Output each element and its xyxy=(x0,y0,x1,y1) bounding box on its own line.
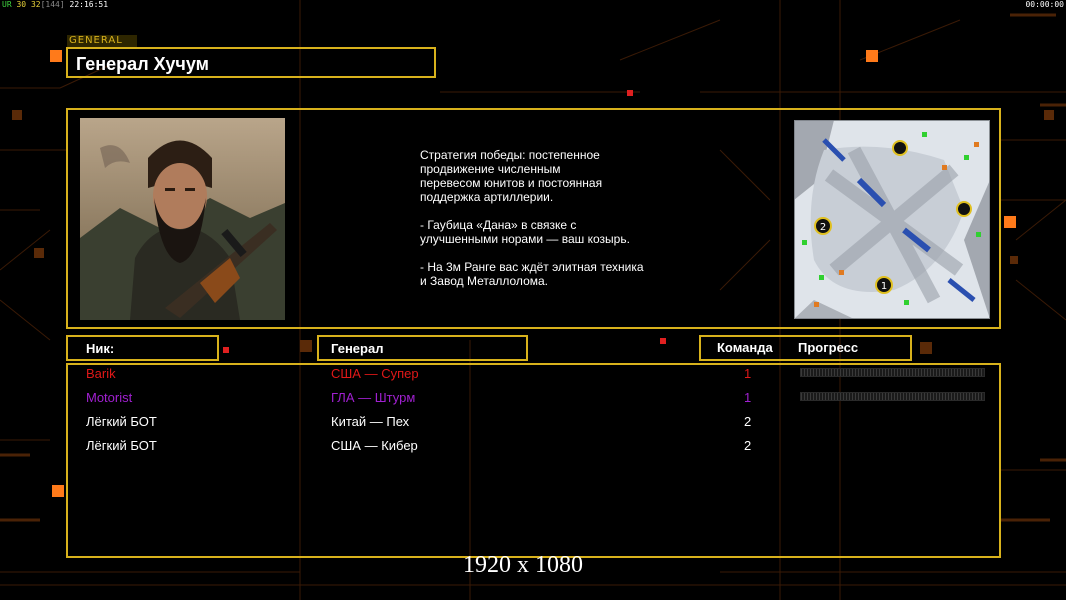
description-paragraph: - На 3м Ранге вас ждёт элитная техника и… xyxy=(420,260,644,288)
progress-header: Прогресс xyxy=(798,340,859,355)
player-team: 1 xyxy=(744,366,752,381)
player-nick: Motorist xyxy=(86,390,133,405)
team-header: Команда xyxy=(717,340,773,355)
hud-clock: 22:16:51 xyxy=(69,0,109,9)
fps-counter: UR 30 32[144] 22:16:51 xyxy=(2,0,108,9)
description-paragraph: Стратегия победы: постепенное продвижени… xyxy=(420,148,603,204)
game-timer: 00:00:00 xyxy=(1025,0,1064,9)
description-paragraph: - Гаубица «Дана» в связке с улучшенными … xyxy=(420,218,630,246)
strategy-description: Стратегия победы: постепенное продвижени… xyxy=(420,148,680,302)
nick-header: Ник: xyxy=(86,341,115,356)
map-marker-1: 1 xyxy=(881,281,887,292)
player-general: США — Супер xyxy=(331,366,419,381)
map-preview: 2 1 xyxy=(794,120,990,319)
player-nick: Лёгкий БОТ xyxy=(86,414,157,429)
player-general: США — Кибер xyxy=(331,438,418,453)
player-team: 2 xyxy=(744,414,752,429)
hud-value-a: 30 xyxy=(16,0,27,9)
resolution-caption: 1920 x 1080 xyxy=(463,552,583,578)
player-progress-bar xyxy=(800,392,985,401)
player-nick: Barik xyxy=(86,366,116,381)
player-general: Китай — Пех xyxy=(331,414,410,429)
player-nick: Лёгкий БОТ xyxy=(86,438,157,453)
general-tag: GENERAL xyxy=(67,35,137,47)
general-header: Генерал xyxy=(331,341,384,356)
general-name: Генерал Хучум xyxy=(76,54,209,74)
player-team: 2 xyxy=(744,438,752,453)
hud-value-b: 32 xyxy=(30,0,41,9)
general-portrait xyxy=(80,118,285,320)
player-general: ГЛА — Штурм xyxy=(331,390,416,405)
player-progress-bar xyxy=(800,368,985,377)
player-team: 1 xyxy=(744,390,752,405)
hud-value-c: [144] xyxy=(40,0,65,9)
map-marker-2: 2 xyxy=(820,222,826,233)
hud-label: UR xyxy=(2,0,12,9)
